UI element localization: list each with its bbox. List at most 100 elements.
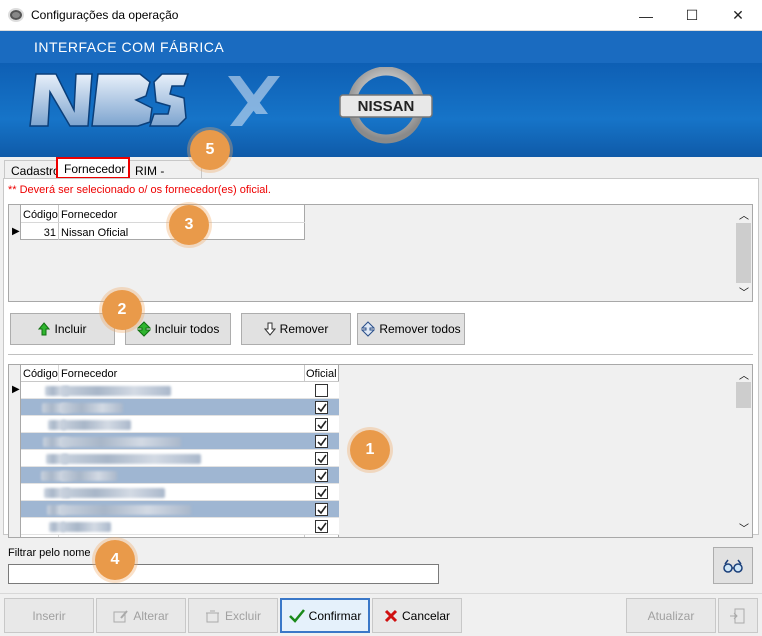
annotation-badge-2: 2 bbox=[102, 290, 142, 330]
delete-label: Excluir bbox=[224, 608, 261, 623]
selected-row-supplier[interactable]: Nissan Oficial bbox=[61, 227, 128, 239]
checkmark-icon bbox=[316, 471, 327, 480]
confirm-button[interactable]: Confirmar bbox=[280, 598, 370, 633]
checkmark-icon bbox=[316, 454, 327, 463]
selected-row-code[interactable]: 31 bbox=[22, 227, 56, 239]
banner-title: INTERFACE COM FÁBRICA bbox=[34, 39, 225, 55]
available-header-supplier: Fornecedor bbox=[61, 368, 118, 380]
close-button[interactable]: ✕ bbox=[715, 0, 761, 31]
nissan-logo-text: NISSAN bbox=[358, 98, 415, 115]
scroll-down-icon[interactable]: ﹀ bbox=[739, 520, 749, 535]
delete-icon bbox=[205, 610, 219, 622]
official-checkbox[interactable] bbox=[315, 452, 328, 465]
double-arrow-green-icon bbox=[136, 321, 151, 337]
filter-label: Filtrar pelo nome bbox=[8, 547, 91, 559]
tab-cadastro[interactable]: Cadastro bbox=[4, 160, 60, 178]
available-header-code: Código bbox=[23, 368, 58, 380]
edit-icon bbox=[113, 609, 129, 622]
checkmark-icon bbox=[316, 522, 327, 531]
checkmark-icon bbox=[288, 608, 305, 623]
obscured-supplier-name bbox=[61, 522, 111, 532]
row-pointer-icon: ▶ bbox=[12, 384, 20, 395]
official-checkbox[interactable] bbox=[315, 401, 328, 414]
include-all-button[interactable]: Incluir todos bbox=[125, 313, 231, 345]
separator bbox=[8, 354, 753, 356]
available-header-official: Oficial bbox=[306, 368, 337, 380]
glasses-icon bbox=[723, 559, 743, 573]
nbs-logo bbox=[29, 73, 280, 127]
table-row[interactable] bbox=[21, 399, 339, 416]
obscured-supplier-name bbox=[61, 505, 191, 515]
scroll-down-icon[interactable]: ﹀ bbox=[739, 284, 749, 299]
nissan-logo: NISSAN bbox=[339, 67, 433, 144]
table-row[interactable] bbox=[21, 433, 339, 450]
tab-rim-pedidos[interactable]: RIM - Pedidos bbox=[128, 160, 202, 192]
obscured-supplier-name bbox=[61, 471, 117, 481]
insert-label: Inserir bbox=[32, 608, 66, 623]
remove-button[interactable]: Remover bbox=[241, 313, 351, 345]
table-row[interactable] bbox=[21, 450, 339, 467]
annotation-badge-5: 5 bbox=[190, 130, 230, 170]
search-glasses-button[interactable] bbox=[713, 547, 753, 584]
refresh-button[interactable]: Atualizar bbox=[626, 598, 716, 633]
cancel-x-icon bbox=[384, 609, 398, 622]
official-checkbox[interactable] bbox=[315, 503, 328, 516]
scroll-up-icon[interactable]: ︿ bbox=[739, 207, 749, 222]
insert-button[interactable]: Inserir bbox=[4, 598, 94, 633]
official-checkbox[interactable] bbox=[315, 384, 328, 397]
annotation-badge-1: 1 bbox=[350, 430, 390, 470]
refresh-label: Atualizar bbox=[647, 608, 695, 623]
table-row[interactable] bbox=[21, 484, 339, 501]
remove-all-button[interactable]: Remover todos bbox=[357, 313, 465, 345]
scroll-up-icon[interactable]: ︿ bbox=[739, 367, 749, 382]
minimize-button[interactable]: — bbox=[623, 0, 669, 31]
obscured-supplier-name bbox=[61, 420, 131, 430]
table-row[interactable] bbox=[21, 467, 339, 484]
table-row[interactable] bbox=[21, 501, 339, 518]
app-icon bbox=[8, 8, 24, 22]
filter-input[interactable] bbox=[8, 564, 439, 584]
row-pointer-icon: ▶ bbox=[12, 226, 20, 237]
arrow-down-icon bbox=[263, 322, 276, 336]
double-arrow-icon bbox=[361, 321, 376, 337]
exit-button[interactable] bbox=[718, 598, 758, 633]
grid-row-divider bbox=[21, 222, 305, 223]
checkmark-icon bbox=[316, 505, 327, 514]
confirm-label: Confirmar bbox=[308, 608, 362, 623]
tab-fornecedor[interactable]: Fornecedor bbox=[56, 157, 130, 179]
include-label: Incluir bbox=[54, 322, 87, 336]
maximize-button[interactable]: ☐ bbox=[669, 0, 715, 31]
obscured-supplier-name bbox=[61, 403, 123, 413]
selected-header-code: Código bbox=[23, 209, 58, 221]
official-checkbox[interactable] bbox=[315, 520, 328, 533]
selected-grid-scrollbar[interactable]: ︿ ﹀ bbox=[735, 205, 752, 301]
remove-all-label: Remover todos bbox=[379, 322, 461, 336]
annotation-badge-3: 3 bbox=[169, 205, 209, 245]
warning-message: ** Deverá ser selecionado o/ os forneced… bbox=[8, 184, 271, 196]
checkmark-icon bbox=[316, 488, 327, 497]
obscured-supplier-name bbox=[61, 488, 165, 498]
cancel-button[interactable]: Cancelar bbox=[372, 598, 462, 633]
table-row[interactable] bbox=[21, 416, 339, 433]
official-checkbox[interactable] bbox=[315, 435, 328, 448]
official-checkbox[interactable] bbox=[315, 486, 328, 499]
nbs-letters bbox=[29, 73, 190, 127]
table-row[interactable] bbox=[21, 382, 339, 399]
obscured-supplier-name bbox=[61, 437, 181, 447]
available-grid-scrollbar[interactable]: ︿ ﹀ bbox=[735, 365, 752, 537]
official-checkbox[interactable] bbox=[315, 469, 328, 482]
obscured-supplier-name bbox=[61, 454, 201, 464]
edit-button[interactable]: Alterar bbox=[96, 598, 186, 633]
edit-label: Alterar bbox=[133, 608, 169, 623]
available-rows bbox=[21, 382, 339, 537]
table-row[interactable] bbox=[21, 518, 339, 535]
delete-button[interactable]: Excluir bbox=[188, 598, 278, 633]
official-checkbox[interactable] bbox=[315, 418, 328, 431]
include-all-label: Incluir todos bbox=[154, 322, 220, 336]
exit-door-icon bbox=[730, 608, 745, 623]
scroll-thumb[interactable] bbox=[736, 382, 751, 408]
include-button[interactable]: Incluir bbox=[10, 313, 115, 345]
arrow-up-green-icon bbox=[38, 322, 51, 336]
window-title: Configurações da operação bbox=[31, 8, 179, 22]
scroll-thumb[interactable] bbox=[736, 223, 751, 283]
